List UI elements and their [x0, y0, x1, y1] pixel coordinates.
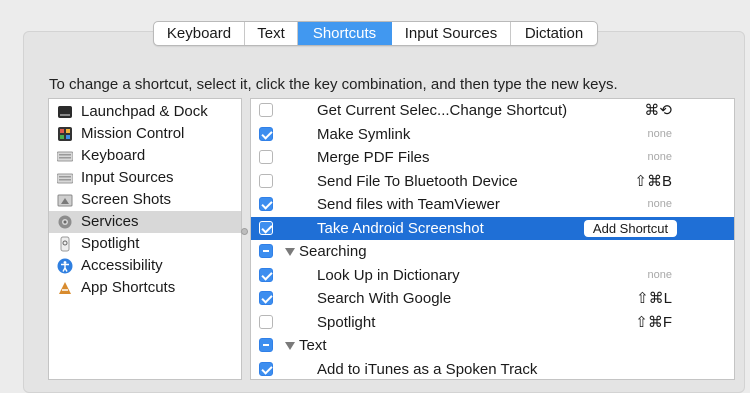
tab-dictation[interactable]: Dictation — [511, 22, 597, 45]
enable-checkbox[interactable] — [259, 314, 273, 329]
tab-keyboard[interactable]: Keyboard — [154, 22, 245, 45]
screenshot-icon — [57, 192, 73, 208]
shortcut-keys[interactable]: ⇧⌘L — [636, 287, 672, 310]
category-label: Screen Shots — [81, 191, 172, 208]
shortcut-row[interactable]: Add to iTunes as a Spoken Track — [251, 358, 734, 380]
category-label: Accessibility — [81, 257, 163, 274]
shortcut-keys[interactable]: ⇧⌘F — [635, 311, 672, 334]
shortcut-keys[interactable]: ⇧⌘B — [634, 170, 672, 193]
shortcut-keys[interactable]: none — [648, 264, 672, 287]
category-screen-shots[interactable]: Screen Shots — [49, 189, 241, 211]
shortcut-label: Send File To Bluetooth Device — [317, 172, 518, 190]
shortcut-label: Spotlight — [317, 313, 376, 331]
category-label: Input Sources — [81, 169, 174, 186]
spotlight-icon — [57, 236, 73, 252]
tab-bar: Keyboard Text Shortcuts Input Sources Di… — [153, 21, 598, 46]
shortcut-keys[interactable]: none — [648, 146, 672, 169]
shortcut-row[interactable]: Make Symlink none — [251, 123, 734, 146]
tab-shortcuts[interactable]: Shortcuts — [298, 22, 392, 45]
category-accessibility[interactable]: Accessibility — [49, 255, 241, 277]
add-shortcut-button[interactable]: Add Shortcut — [584, 219, 677, 237]
mission-control-icon — [57, 126, 73, 142]
group-row-text[interactable]: Text — [251, 334, 734, 357]
shortcuts-list: Get Current Selec...Change Shortcut) ⌘⟲ … — [250, 98, 735, 380]
shortcut-label: Make Symlink — [317, 125, 411, 143]
instructions-text: To change a shortcut, select it, click t… — [49, 76, 618, 93]
shortcut-label: Add to iTunes as a Spoken Track — [317, 360, 538, 378]
shortcut-label: Send files with TeamViewer — [317, 196, 500, 213]
disclosure-triangle-icon[interactable] — [285, 342, 295, 350]
category-launchpad-dock[interactable]: Launchpad & Dock — [49, 101, 241, 123]
services-gear-icon — [57, 214, 73, 230]
group-label: Text — [299, 337, 327, 354]
app-shortcuts-icon — [57, 280, 73, 296]
shortcut-row[interactable]: Look Up in Dictionary none — [251, 264, 734, 287]
category-label: Spotlight — [81, 235, 140, 252]
enable-checkbox[interactable] — [259, 220, 273, 235]
category-spotlight[interactable]: Spotlight — [49, 233, 241, 255]
shortcut-row[interactable]: Send File To Bluetooth Device ⇧⌘B — [251, 170, 734, 193]
category-app-shortcuts[interactable]: App Shortcuts — [49, 277, 241, 299]
disclosure-triangle-icon[interactable] — [285, 248, 295, 256]
shortcut-label: Look Up in Dictionary — [317, 266, 460, 284]
tab-text[interactable]: Text — [245, 22, 298, 45]
shortcut-label: Get Current Selec...Change Shortcut) — [317, 102, 568, 119]
shortcut-keys[interactable]: none — [648, 193, 672, 216]
category-label: Keyboard — [81, 147, 146, 164]
input-sources-icon — [56, 170, 74, 186]
shortcut-label: Take Android Screenshot — [317, 219, 484, 237]
enable-checkbox[interactable] — [259, 291, 273, 305]
enable-checkbox[interactable] — [259, 126, 273, 141]
enable-checkbox[interactable] — [259, 361, 273, 376]
shortcut-row[interactable]: Merge PDF Files none — [251, 146, 734, 169]
enable-checkbox[interactable] — [259, 103, 273, 117]
category-label: App Shortcuts — [81, 279, 176, 296]
shortcut-keys[interactable]: none — [648, 123, 672, 146]
shortcut-row[interactable]: Search With Google ⇧⌘L — [251, 287, 734, 310]
launchpad-dock-icon — [57, 104, 73, 120]
split-view-handle[interactable] — [241, 228, 248, 235]
shortcut-row[interactable]: Send files with TeamViewer none — [251, 193, 734, 216]
group-row-searching[interactable]: Searching — [251, 240, 734, 263]
category-label: Mission Control — [81, 125, 185, 142]
enable-checkbox[interactable] — [259, 197, 273, 211]
group-checkbox[interactable] — [259, 244, 273, 258]
category-label: Launchpad & Dock — [81, 103, 208, 120]
enable-checkbox[interactable] — [259, 173, 273, 188]
shortcut-label: Merge PDF Files — [317, 149, 430, 166]
category-mission-control[interactable]: Mission Control — [49, 123, 241, 145]
category-keyboard[interactable]: Keyboard — [49, 145, 241, 167]
shortcut-keys[interactable]: ⌘⟲ — [644, 99, 672, 122]
accessibility-icon — [57, 258, 73, 274]
tab-input-sources[interactable]: Input Sources — [392, 22, 511, 45]
category-label: Services — [81, 213, 139, 230]
shortcut-row[interactable]: Get Current Selec...Change Shortcut) ⌘⟲ — [251, 99, 734, 122]
category-list: Launchpad & Dock Mission Control Keyboar… — [48, 98, 242, 380]
shortcut-row-selected[interactable]: Take Android Screenshot Add Shortcut — [251, 216, 734, 240]
category-services[interactable]: Services — [49, 211, 241, 233]
group-checkbox[interactable] — [259, 338, 273, 352]
enable-checkbox[interactable] — [259, 267, 273, 282]
enable-checkbox[interactable] — [259, 150, 273, 164]
group-label: Searching — [299, 243, 367, 260]
category-input-sources[interactable]: Input Sources — [49, 167, 241, 189]
shortcut-row[interactable]: Spotlight ⇧⌘F — [251, 311, 734, 334]
shortcut-label: Search With Google — [317, 290, 452, 307]
keyboard-icon — [56, 148, 74, 164]
